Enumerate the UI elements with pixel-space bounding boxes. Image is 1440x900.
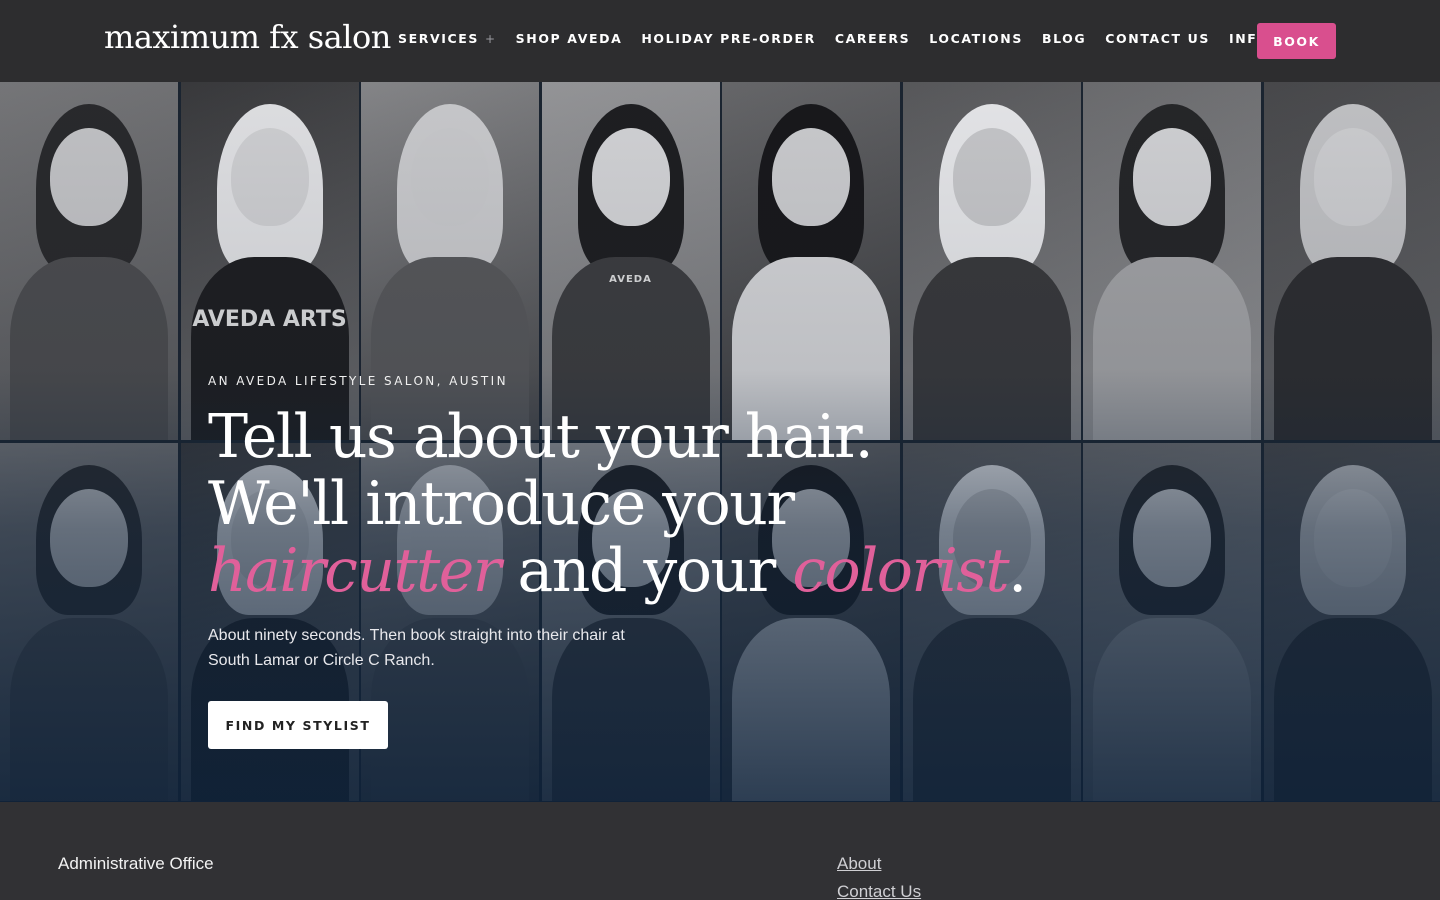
nav-label: CONTACT US bbox=[1105, 31, 1210, 46]
site-logo[interactable]: maximum fx salon bbox=[104, 18, 391, 56]
hero-section: AVEDA ARTSAVEDA AN AVEDA LIFESTYLE SALON… bbox=[0, 82, 1440, 802]
nav-label: HOLIDAY PRE-ORDER bbox=[641, 31, 816, 46]
footer-links: About Contact Us bbox=[837, 854, 921, 900]
headline-mid: and your bbox=[499, 536, 793, 606]
nav-item-shop-aveda[interactable]: SHOP AVEDA bbox=[516, 31, 623, 46]
site-header: maximum fx salon SERVICES + SHOP AVEDA HO… bbox=[0, 0, 1440, 82]
nav-label: LOCATIONS bbox=[929, 31, 1023, 46]
nav-label: CAREERS bbox=[834, 31, 911, 46]
nav-item-careers[interactable]: CAREERS bbox=[835, 31, 910, 46]
nav-item-services[interactable]: SERVICES + bbox=[398, 31, 497, 46]
hero-subtext: About ninety seconds. Then book straight… bbox=[208, 627, 625, 669]
footer-link-about[interactable]: About bbox=[837, 854, 921, 874]
hero-content: AN AVEDA LIFESTYLE SALON, AUSTIN Tell us… bbox=[208, 374, 1108, 749]
nav-item-contact-us[interactable]: CONTACT US bbox=[1105, 31, 1210, 46]
headline-haircutter: haircutter bbox=[208, 536, 501, 606]
nav-label: BLOG bbox=[1041, 31, 1087, 46]
headline-line-2: We'll introduce your bbox=[208, 469, 795, 539]
footer-admin-office: Administrative Office bbox=[58, 854, 214, 873]
find-my-stylist-button[interactable]: FIND MY STYLIST bbox=[208, 701, 388, 749]
main-nav: SERVICES + SHOP AVEDA HOLIDAY PRE-ORDER C… bbox=[398, 31, 1306, 46]
book-button[interactable]: BOOK bbox=[1257, 23, 1336, 59]
headline-line-1: Tell us about your hair. bbox=[208, 402, 874, 472]
headline-period: . bbox=[1008, 536, 1027, 606]
nav-item-blog[interactable]: BLOG bbox=[1042, 31, 1086, 46]
hero-headline: Tell us about your hair. We'll introduce… bbox=[208, 404, 1108, 605]
nav-item-holiday-preorder[interactable]: HOLIDAY PRE-ORDER bbox=[641, 31, 815, 46]
headline-line-3: haircutter and your colorist. bbox=[208, 538, 1108, 605]
expand-plus-icon: + bbox=[485, 31, 497, 46]
footer-link-contact-us[interactable]: Contact Us bbox=[837, 882, 921, 900]
nav-label: SHOP AVEDA bbox=[515, 31, 623, 46]
nav-label: SERVICES bbox=[398, 31, 480, 46]
site-footer: Administrative Office About Contact Us bbox=[0, 802, 1440, 900]
nav-item-locations[interactable]: LOCATIONS bbox=[929, 31, 1023, 46]
hero-eyebrow: AN AVEDA LIFESTYLE SALON, AUSTIN bbox=[208, 374, 508, 388]
headline-colorist: colorist bbox=[792, 536, 1009, 606]
